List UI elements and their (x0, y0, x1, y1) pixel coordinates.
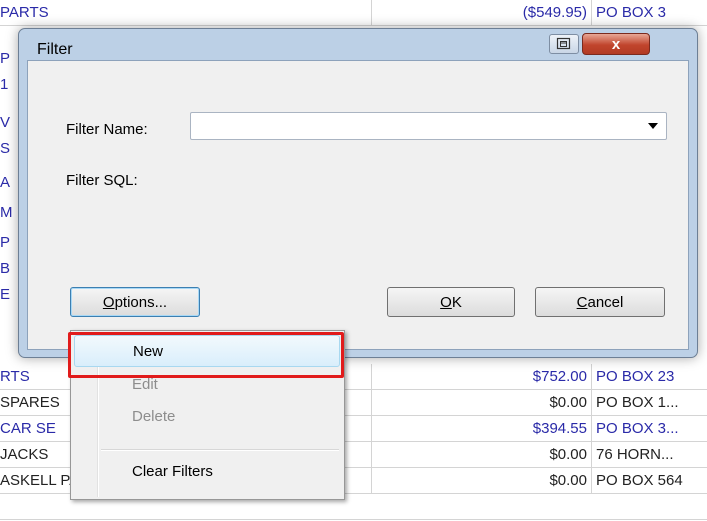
ok-button[interactable]: OK (387, 287, 515, 317)
row-fragment: P (0, 234, 11, 251)
dialog-title: Filter (37, 41, 73, 58)
table-row[interactable]: PARTS ($549.95) PO BOX 3 (0, 0, 707, 26)
table-cell-address: PO BOX 3... (596, 420, 679, 437)
table-cell-address: PO BOX 1... (596, 394, 679, 411)
cancel-label: ancel (587, 293, 624, 311)
ok-label: K (451, 293, 462, 311)
row-fragment: A (0, 174, 11, 191)
row-fragment: 1 (0, 76, 9, 93)
filter-name-select[interactable] (190, 112, 667, 140)
row-fragment: E (0, 286, 11, 303)
close-button[interactable]: x (582, 33, 650, 55)
row-fragment: V (0, 114, 11, 131)
table-cell-address: 76 HORN... (596, 446, 674, 463)
table-cell-amount: ($549.95) (372, 0, 592, 25)
row-fragment: B (0, 260, 11, 277)
table-cell-amount: $752.00 (372, 364, 592, 389)
table-cell-amount: $0.00 (372, 390, 592, 415)
filter-sql-label: Filter SQL: (66, 172, 138, 189)
row-fragment: M (0, 204, 13, 221)
table-cell-name: PARTS (0, 0, 372, 25)
table-cell-address: PO BOX 23 (596, 368, 675, 385)
table-cell-amount: $394.55 (372, 416, 592, 441)
highlight-annotation (68, 332, 344, 378)
table-cell-amount: $0.00 (372, 442, 592, 467)
filter-name-label: Filter Name: (66, 121, 148, 138)
row-fragment: S (0, 140, 11, 157)
menu-separator (101, 449, 339, 451)
cancel-mnemonic: C (576, 293, 588, 311)
menu-item-delete[interactable]: Delete (74, 401, 340, 433)
row-fragment: P (0, 50, 11, 67)
options-mnemonic: O (102, 293, 115, 311)
table-cell-address: PO BOX 564 (596, 472, 683, 489)
table-cell-address: PO BOX 3 (596, 4, 667, 21)
ok-mnemonic: O (440, 293, 452, 311)
restore-icon (556, 37, 571, 50)
close-icon: x (611, 35, 621, 53)
options-button[interactable]: Options... (70, 287, 200, 317)
menu-item-clear-filters[interactable]: Clear Filters (74, 456, 340, 488)
chevron-down-icon[interactable] (648, 123, 658, 129)
restore-button[interactable] (549, 34, 579, 54)
options-label: ptions... (114, 293, 168, 311)
cancel-button[interactable]: Cancel (535, 287, 665, 317)
table-cell-amount: $0.00 (372, 468, 592, 493)
